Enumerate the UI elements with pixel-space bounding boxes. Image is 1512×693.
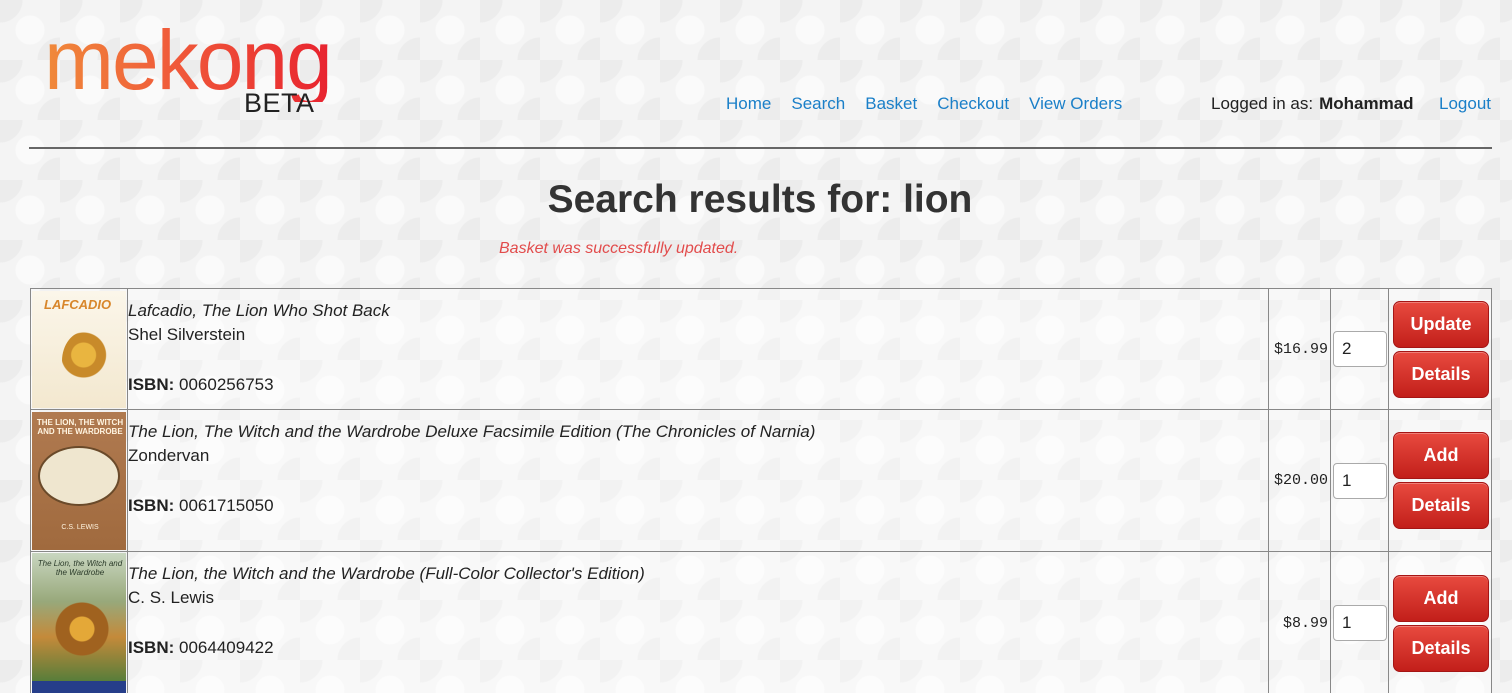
user-status: Logged in as: Mohammad [1211,94,1414,114]
book-price: $20.00 [1268,409,1331,552]
book-price: $16.99 [1268,288,1331,410]
book-price: $8.99 [1268,551,1331,693]
book-title: The Lion, the Witch and the Wardrobe (Fu… [128,564,645,583]
lion-illustration [62,330,110,391]
flash-message: Basket was successfully updated. [499,240,739,257]
book-title: The Lion, The Witch and the Wardrobe Del… [128,422,816,441]
cover-title-text: THE LION, THE WITCH AND THE WARDROBE [36,417,124,436]
cover-illustration [38,445,120,506]
nav-checkout-link[interactable]: Checkout [937,94,1009,114]
add-button[interactable]: Add [1393,432,1489,479]
page-title: Search results for: lion [547,178,973,221]
quantity-input[interactable] [1333,605,1387,641]
book-cover-image[interactable]: LAFCADIO [32,290,126,408]
cover-title-text: LAFCADIO [44,296,112,312]
update-button[interactable]: Update [1393,300,1489,348]
quantity-input[interactable] [1333,331,1387,367]
logged-in-label: Logged in as: [1211,94,1314,113]
isbn-label: ISBN: [128,375,175,394]
nav-home-link[interactable]: Home [726,94,771,114]
cover-author-text: C.S. LEWIS [61,523,99,531]
table-row: THE LION, THE WITCH AND THE WARDROBE C.S… [30,409,1492,552]
cover-band [32,681,126,693]
main-nav: Home Search Basket Checkout View Orders [726,94,1122,114]
isbn-value: 0061715050 [179,496,274,515]
username: Mohammad [1319,94,1414,113]
book-author: Shel Silverstein [128,325,246,344]
book-cover-image[interactable]: THE LION, THE WITCH AND THE WARDROBE C.S… [32,411,126,550]
lion-illustration [54,601,110,657]
header-divider [29,147,1492,149]
table-row: LAFCADIO Lafcadio, The Lion Who Shot Bac… [30,288,1492,410]
book-isbn: ISBN: 0064409422 [128,638,1268,658]
isbn-value: 0060256753 [179,375,274,394]
search-results-table: LAFCADIO Lafcadio, The Lion Who Shot Bac… [30,288,1492,693]
book-cover-image[interactable]: The Lion, the Witch and the Wardrobe [32,553,126,693]
nav-search-link[interactable]: Search [791,94,845,114]
logo-beta-label: BETA [244,88,315,118]
details-button[interactable]: Details [1393,350,1489,398]
site-logo[interactable]: mekong BETA [44,18,384,122]
isbn-value: 0064409422 [179,638,274,657]
details-button[interactable]: Details [1393,482,1489,529]
book-isbn: ISBN: 0060256753 [128,375,1268,395]
isbn-label: ISBN: [128,638,175,657]
isbn-label: ISBN: [128,496,175,515]
logout-link[interactable]: Logout [1439,94,1491,114]
book-author: C. S. Lewis [128,588,214,607]
nav-basket-link[interactable]: Basket [865,94,917,114]
details-button[interactable]: Details [1393,624,1489,672]
nav-view-orders-link[interactable]: View Orders [1029,94,1122,114]
book-isbn: ISBN: 0061715050 [128,496,1268,516]
book-title: Lafcadio, The Lion Who Shot Back [128,301,390,320]
cover-title-text: The Lion, the Witch and the Wardrobe [37,559,123,577]
table-row: The Lion, the Witch and the Wardrobe The… [30,551,1492,693]
add-button[interactable]: Add [1393,574,1489,622]
quantity-input[interactable] [1333,462,1387,499]
book-author: Zondervan [128,446,210,465]
